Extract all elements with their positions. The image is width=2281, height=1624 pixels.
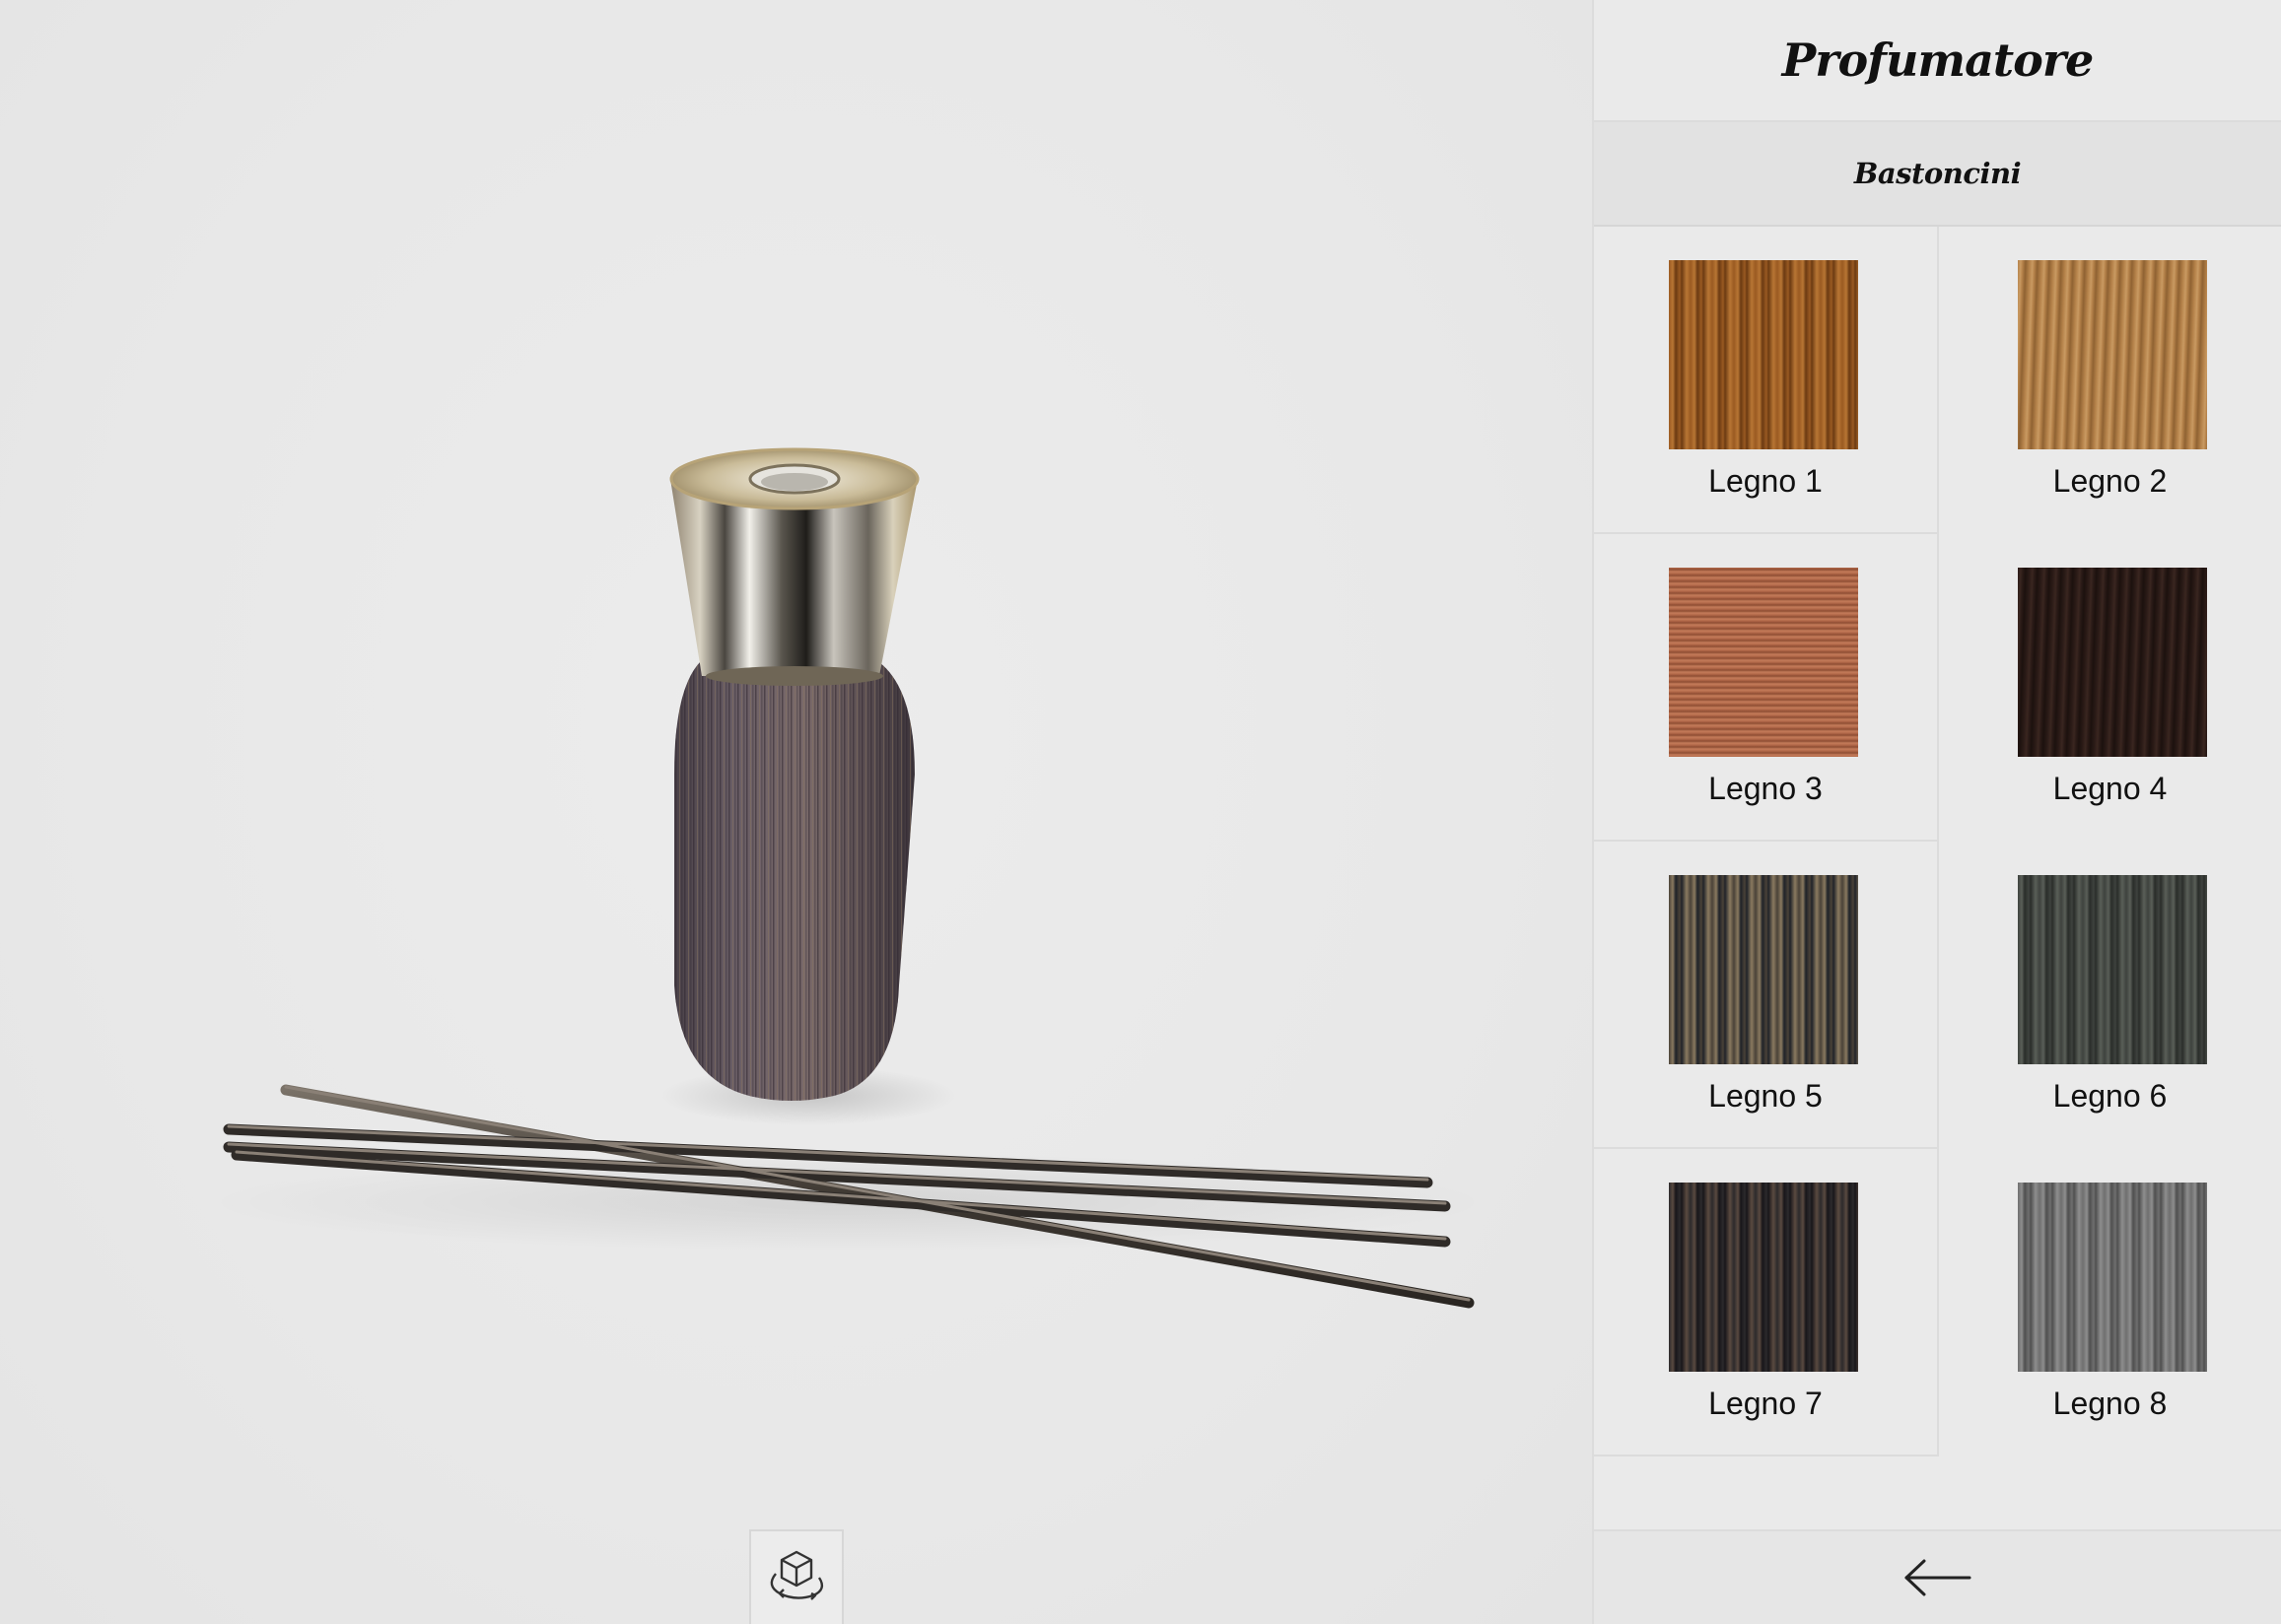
wood-texture-thumbnail [2018, 875, 2207, 1064]
swatch-label: Legno 1 [1708, 463, 1823, 499]
back-button[interactable] [1594, 1529, 2281, 1624]
wood-texture-thumbnail [1669, 875, 1858, 1064]
swatch-legno-6[interactable]: Legno 6 [1939, 842, 2281, 1149]
wood-texture-thumbnail [1669, 1183, 1858, 1372]
rotate-3d-cube-icon [770, 1550, 824, 1600]
configurator-sidebar: Profumatore Bastoncini Legno 1 Legno 2 Leg… [1592, 0, 2281, 1624]
swatch-legno-3[interactable]: Legno 3 [1594, 534, 1939, 842]
section-tab-bastoncini[interactable]: Bastoncini [1594, 122, 2281, 227]
material-swatch-grid: Legno 1 Legno 2 Legno 3 Legno 4 Legno 5 Legno… [1594, 227, 2281, 1456]
swatch-label: Legno 4 [2052, 771, 2168, 806]
wood-texture-thumbnail [2018, 568, 2207, 757]
wood-texture-thumbnail [2018, 260, 2207, 449]
arrow-left-icon [1904, 1559, 1970, 1596]
sidebar-header: Profumatore [1594, 0, 2281, 122]
swatch-label: Legno 5 [1708, 1078, 1823, 1114]
wood-texture-thumbnail [1669, 568, 1858, 757]
swatch-label: Legno 6 [2052, 1078, 2168, 1114]
diffuser-3d-model[interactable] [0, 0, 1592, 1624]
swatch-label: Legno 3 [1708, 771, 1823, 806]
swatch-label: Legno 8 [2052, 1386, 2168, 1421]
section-title: Bastoncini [1853, 157, 2022, 190]
rotate-view-button[interactable] [749, 1529, 844, 1624]
swatch-legno-2[interactable]: Legno 2 [1939, 227, 2281, 534]
swatch-label: Legno 7 [1708, 1386, 1823, 1421]
swatch-legno-7[interactable]: Legno 7 [1594, 1149, 1939, 1456]
swatch-legno-4[interactable]: Legno 4 [1939, 534, 2281, 842]
swatch-legno-5[interactable]: Legno 5 [1594, 842, 1939, 1149]
swatch-label: Legno 2 [2052, 463, 2168, 499]
wood-texture-thumbnail [2018, 1183, 2207, 1372]
wood-texture-thumbnail [1669, 260, 1858, 449]
product-viewer[interactable] [0, 0, 1592, 1624]
app-title: Profumatore [1781, 34, 2095, 87]
swatch-legno-1[interactable]: Legno 1 [1594, 227, 1939, 534]
swatch-legno-8[interactable]: Legno 8 [1939, 1149, 2281, 1456]
